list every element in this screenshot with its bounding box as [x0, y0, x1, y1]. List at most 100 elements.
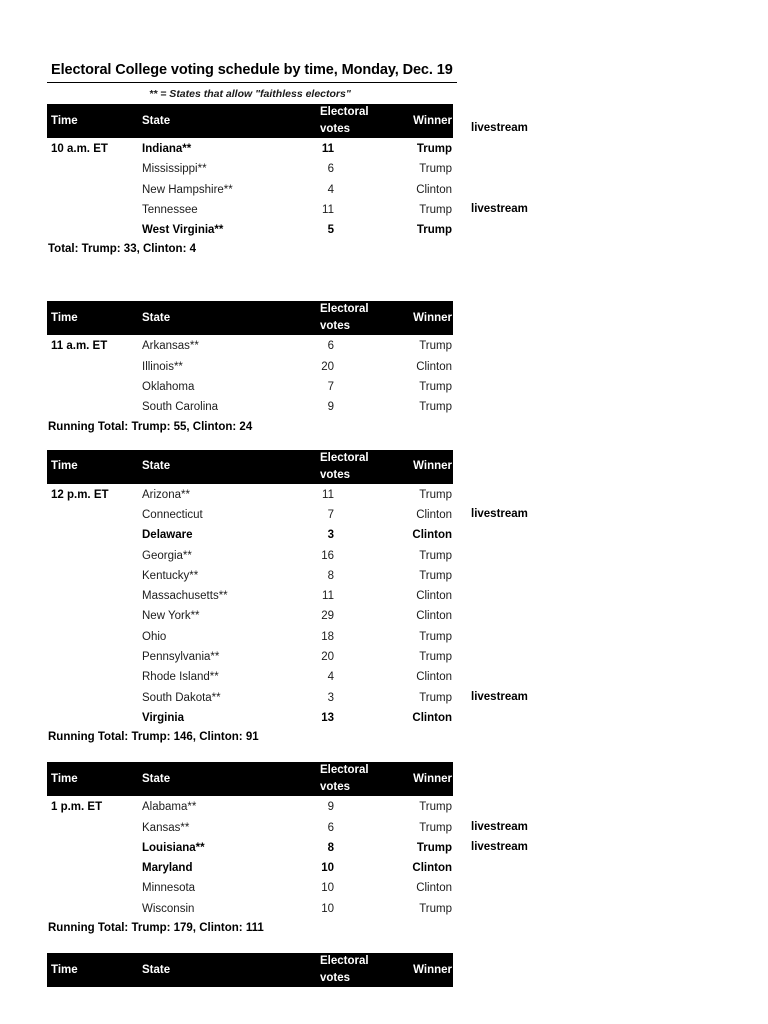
- cell-electoral-votes: 6: [327, 163, 334, 176]
- cell-electoral-votes: 8: [327, 841, 334, 854]
- running-total: Running Total: Trump: 146, Clinton: 91: [48, 731, 259, 744]
- cell-winner: Trump: [419, 801, 452, 814]
- cell-electoral-votes: 10: [321, 862, 334, 875]
- cell-state: Arkansas**: [142, 340, 199, 353]
- cell-state: Pennsylvania**: [142, 651, 220, 664]
- cell-time: 1 p.m. ET: [51, 801, 103, 814]
- schedule-table: Time State Electoral votes Winner 1 p.m. ET A…: [47, 762, 453, 919]
- running-total: Running Total: Trump: 179, Clinton: 111: [48, 922, 264, 935]
- table-row: West Virginia** 5 Trump: [47, 220, 453, 240]
- cell-time: [47, 899, 142, 919]
- column-header-winner: Winner: [387, 762, 453, 797]
- column-header-votes: Electoral votes: [267, 301, 387, 336]
- schedule-table: Time State Electoral votes Winner 12 p.m. ET…: [47, 449, 453, 729]
- table-row: Kentucky** 8 Trump: [47, 566, 453, 586]
- cell-electoral-votes: 11: [322, 488, 334, 501]
- cell-electoral-votes: 10: [321, 902, 334, 915]
- livestream-link[interactable]: livestream: [471, 122, 528, 134]
- table-header-row: Time State Electoral votes Winner: [47, 953, 453, 988]
- cell-electoral-votes: 13: [321, 711, 334, 724]
- cell-time: [47, 397, 142, 417]
- table-row: Pennsylvania** 20 Trump: [47, 647, 453, 667]
- livestream-link[interactable]: livestream: [471, 841, 528, 853]
- schedule-blocks: Time State Electoral votes Winner 10 a.m. ET…: [47, 104, 547, 988]
- table-row: Delaware 3 Clinton: [47, 525, 453, 545]
- table-row: Mississippi** 6 Trump: [47, 159, 453, 179]
- cell-winner: Trump: [419, 203, 452, 216]
- table-row: Rhode Island** 4 Clinton: [47, 667, 453, 687]
- cell-time: [47, 200, 142, 220]
- column-header-state: State: [142, 104, 267, 138]
- livestream-link[interactable]: livestream: [471, 691, 528, 703]
- cell-state: Connecticut: [142, 508, 203, 521]
- livestream-link[interactable]: livestream: [471, 508, 528, 520]
- table-row: New York** 29 Clinton: [47, 606, 453, 626]
- livestream-link[interactable]: livestream: [471, 203, 528, 215]
- column-header-time: Time: [47, 104, 142, 138]
- cell-time: [47, 505, 142, 525]
- cell-winner: Trump: [419, 569, 452, 582]
- cell-electoral-votes: 11: [321, 143, 334, 155]
- cell-winner: Trump: [419, 381, 452, 394]
- cell-state: Wisconsin: [142, 902, 195, 915]
- cell-state: Kentucky**: [142, 569, 199, 582]
- schedule-block: Time State Electoral votes Winner 12 p.m. ET…: [47, 449, 547, 744]
- cell-time: [47, 180, 142, 200]
- cell-electoral-votes: 18: [321, 630, 334, 643]
- cell-winner: Trump: [419, 549, 452, 562]
- cell-winner: Trump: [419, 630, 452, 643]
- cell-state: Ohio: [142, 630, 167, 643]
- document-content: Electoral College voting schedule by tim…: [47, 62, 547, 988]
- cell-state: Alabama**: [142, 801, 197, 814]
- column-header-votes: Electoral votes: [267, 762, 387, 797]
- cell-electoral-votes: 9: [327, 401, 334, 414]
- cell-time: 10 a.m. ET: [51, 143, 108, 155]
- cell-time: [47, 606, 142, 626]
- cell-time: [47, 647, 142, 667]
- table-row: Virginia 13 Clinton: [47, 708, 453, 728]
- column-header-winner: Winner: [387, 953, 453, 988]
- schedule-block: Time State Electoral votes Winner 1 p.m. ET A…: [47, 762, 547, 934]
- cell-electoral-votes: 3: [327, 529, 334, 542]
- cell-electoral-votes: 7: [327, 508, 334, 521]
- cell-time: [47, 708, 142, 728]
- cell-state: Delaware: [142, 529, 193, 542]
- cell-winner: Clinton: [412, 529, 452, 542]
- column-header-winner: Winner: [387, 449, 453, 484]
- cell-electoral-votes: 6: [327, 340, 334, 353]
- table-row: 11 a.m. ET Arkansas** 6 Trump: [47, 335, 453, 356]
- cell-winner: Clinton: [416, 882, 452, 895]
- cell-state: New York**: [142, 610, 200, 623]
- column-header-time: Time: [47, 449, 142, 484]
- cell-time: [47, 627, 142, 647]
- table-row: South Carolina 9 Trump: [47, 397, 453, 417]
- table-row: Tennessee 11 Trump: [47, 200, 453, 220]
- table-row: 10 a.m. ET Indiana** 11 Trump: [47, 138, 453, 159]
- cell-winner: Clinton: [416, 671, 452, 684]
- table-header-row: Time State Electoral votes Winner: [47, 104, 453, 138]
- cell-winner: Trump: [416, 224, 452, 237]
- livestream-link[interactable]: livestream: [471, 821, 528, 833]
- cell-winner: Clinton: [412, 862, 452, 875]
- cell-electoral-votes: 10: [321, 882, 334, 895]
- cell-winner: Trump: [419, 163, 452, 176]
- table-row: South Dakota** 3 Trump: [47, 688, 453, 708]
- cell-state: Minnesota: [142, 882, 196, 895]
- cell-winner: Trump: [416, 143, 452, 155]
- cell-time: 12 p.m. ET: [51, 488, 109, 501]
- table-row: Ohio 18 Trump: [47, 627, 453, 647]
- column-header-time: Time: [47, 301, 142, 336]
- running-total: Total: Trump: 33, Clinton: 4: [48, 243, 197, 256]
- cell-winner: Trump: [419, 340, 452, 353]
- cell-winner: Trump: [419, 401, 452, 414]
- cell-time: [47, 878, 142, 898]
- schedule-block: Time State Electoral votes Winner: [47, 953, 547, 988]
- cell-winner: Clinton: [416, 360, 452, 373]
- cell-state: Massachusetts**: [142, 590, 228, 603]
- cell-winner: Trump: [419, 651, 452, 664]
- table-row: Kansas** 6 Trump: [47, 818, 453, 838]
- cell-electoral-votes: 7: [327, 381, 334, 394]
